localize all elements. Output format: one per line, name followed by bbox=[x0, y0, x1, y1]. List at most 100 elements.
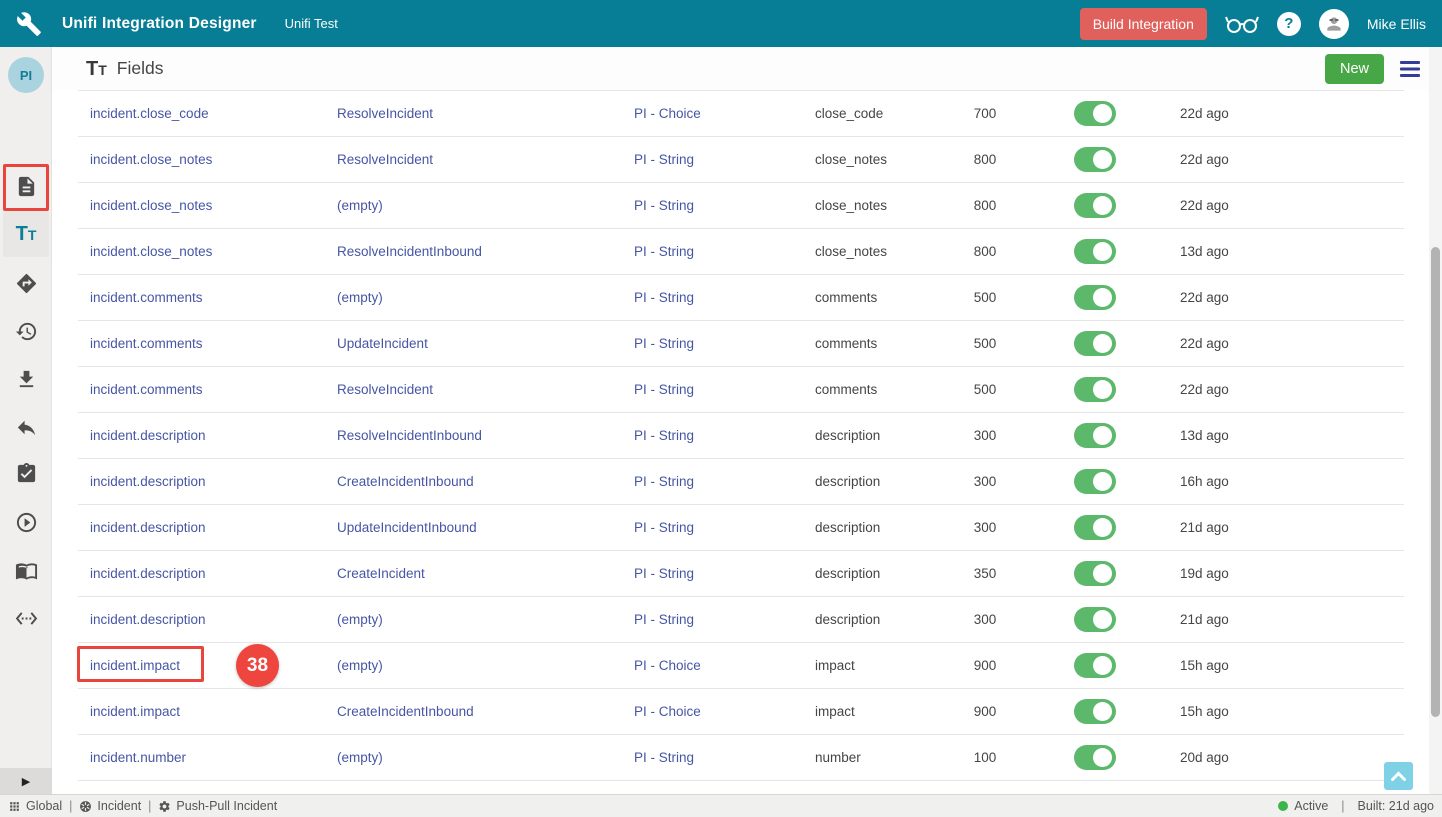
cell-name[interactable]: incident.close_notes bbox=[78, 152, 337, 167]
sidebar-item-docs[interactable] bbox=[3, 547, 49, 593]
cell-type[interactable]: PI - String bbox=[634, 336, 815, 351]
cell-operation[interactable]: (empty) bbox=[337, 612, 634, 627]
cell-type[interactable]: PI - String bbox=[634, 566, 815, 581]
sidebar-item-run[interactable] bbox=[3, 499, 49, 545]
cell-operation[interactable]: UpdateIncidentInbound bbox=[337, 520, 634, 535]
enabled-toggle[interactable] bbox=[1074, 515, 1116, 540]
cell-operation[interactable]: UpdateIncident bbox=[337, 336, 634, 351]
active-status-dot bbox=[1278, 801, 1288, 811]
fields-tt-icon-header: TT bbox=[86, 59, 107, 79]
cell-order: 800 bbox=[960, 152, 1010, 167]
sidebar-item-reply[interactable] bbox=[3, 404, 49, 450]
cell-name[interactable]: incident.description bbox=[78, 474, 337, 489]
cell-enabled bbox=[1010, 377, 1180, 402]
cell-operation[interactable]: (empty) bbox=[337, 658, 634, 673]
sidebar-item-tasks[interactable] bbox=[3, 450, 49, 496]
cell-enabled bbox=[1010, 469, 1180, 494]
user-name[interactable]: Mike Ellis bbox=[1367, 16, 1426, 32]
app-subtitle[interactable]: Unifi Test bbox=[285, 16, 338, 31]
enabled-toggle[interactable] bbox=[1074, 331, 1116, 356]
cell-operation[interactable]: (empty) bbox=[337, 198, 634, 213]
enabled-toggle[interactable] bbox=[1074, 699, 1116, 724]
enabled-toggle[interactable] bbox=[1074, 285, 1116, 310]
cell-operation[interactable]: ResolveIncidentInbound bbox=[337, 428, 634, 443]
status-scope-global[interactable]: Global bbox=[8, 799, 62, 813]
cell-name[interactable]: incident.number bbox=[78, 750, 337, 765]
preview-glasses-icon[interactable] bbox=[1225, 13, 1259, 35]
cell-name[interactable]: incident.close_notes bbox=[78, 198, 337, 213]
cell-column: close_notes bbox=[815, 244, 960, 259]
cell-type[interactable]: PI - String bbox=[634, 152, 815, 167]
status-bar: Global | Incident | Push-Pull Incident A… bbox=[0, 794, 1442, 817]
cell-type[interactable]: PI - String bbox=[634, 612, 815, 627]
cell-enabled bbox=[1010, 147, 1180, 172]
cell-operation[interactable]: (empty) bbox=[337, 750, 634, 765]
cell-operation[interactable]: ResolveIncident bbox=[337, 152, 634, 167]
toggle-knob bbox=[1093, 426, 1112, 445]
cell-operation[interactable]: ResolveIncident bbox=[337, 106, 634, 121]
sidebar-item-code[interactable] bbox=[3, 595, 49, 641]
cell-type[interactable]: PI - String bbox=[634, 428, 815, 443]
cell-type[interactable]: PI - String bbox=[634, 244, 815, 259]
cell-name[interactable]: incident.comments bbox=[78, 290, 337, 305]
cell-type[interactable]: PI - String bbox=[634, 474, 815, 489]
scrollbar-thumb[interactable] bbox=[1431, 247, 1440, 717]
enabled-toggle[interactable] bbox=[1074, 423, 1116, 448]
cell-column: description bbox=[815, 566, 960, 581]
cell-operation[interactable]: CreateIncidentInbound bbox=[337, 704, 634, 719]
sidebar-item-fields[interactable]: TT bbox=[3, 211, 49, 257]
cell-type[interactable]: PI - String bbox=[634, 750, 815, 765]
enabled-toggle[interactable] bbox=[1074, 607, 1116, 632]
cell-name[interactable]: incident.close_notes bbox=[78, 244, 337, 259]
enabled-toggle[interactable] bbox=[1074, 469, 1116, 494]
enabled-toggle[interactable] bbox=[1074, 561, 1116, 586]
cell-type[interactable]: PI - Choice bbox=[634, 658, 815, 673]
cell-name[interactable]: incident.description bbox=[78, 428, 337, 443]
cell-type[interactable]: PI - String bbox=[634, 290, 815, 305]
sidebar-item-mappings[interactable] bbox=[3, 260, 49, 306]
enabled-toggle[interactable] bbox=[1074, 101, 1116, 126]
tasks-icon bbox=[15, 462, 38, 485]
cell-name[interactable]: incident.comments bbox=[78, 382, 337, 397]
menu-icon[interactable] bbox=[1400, 61, 1420, 77]
cell-name[interactable]: incident.description bbox=[78, 520, 337, 535]
pi-avatar[interactable]: PI bbox=[8, 57, 44, 93]
enabled-toggle[interactable] bbox=[1074, 653, 1116, 678]
enabled-toggle[interactable] bbox=[1074, 147, 1116, 172]
cell-operation[interactable]: ResolveIncident bbox=[337, 382, 634, 397]
avatar[interactable] bbox=[1319, 9, 1349, 39]
cell-type[interactable]: PI - String bbox=[634, 520, 815, 535]
scroll-to-top-button[interactable] bbox=[1384, 762, 1413, 790]
cell-operation[interactable]: CreateIncident bbox=[337, 566, 634, 581]
enabled-toggle[interactable] bbox=[1074, 193, 1116, 218]
build-integration-button[interactable]: Build Integration bbox=[1080, 8, 1207, 40]
cell-type[interactable]: PI - Choice bbox=[634, 704, 815, 719]
cell-name[interactable]: incident.description bbox=[78, 566, 337, 581]
cell-updated: 22d ago bbox=[1180, 382, 1404, 397]
cell-operation[interactable]: (empty) bbox=[337, 290, 634, 305]
status-scope-integration[interactable]: Push-Pull Incident bbox=[158, 799, 277, 813]
cell-type[interactable]: PI - Choice bbox=[634, 106, 815, 121]
enabled-toggle[interactable] bbox=[1074, 239, 1116, 264]
cell-enabled bbox=[1010, 423, 1180, 448]
sidebar-expand-button[interactable]: ▶ bbox=[0, 768, 52, 794]
cell-operation[interactable]: CreateIncidentInbound bbox=[337, 474, 634, 489]
docs-icon bbox=[15, 559, 38, 582]
new-button[interactable]: New bbox=[1325, 54, 1384, 84]
enabled-toggle[interactable] bbox=[1074, 745, 1116, 770]
cell-name[interactable]: incident.impact bbox=[78, 704, 337, 719]
sidebar-item-history[interactable] bbox=[3, 308, 49, 354]
sidebar-item-download[interactable] bbox=[3, 356, 49, 402]
cell-type[interactable]: PI - String bbox=[634, 198, 815, 213]
status-scope-incident[interactable]: Incident bbox=[79, 799, 141, 813]
cell-name[interactable]: incident.close_code bbox=[78, 106, 337, 121]
cell-name[interactable]: incident.impact bbox=[78, 658, 337, 673]
cell-name[interactable]: incident.comments bbox=[78, 336, 337, 351]
sidebar-item-documents[interactable] bbox=[3, 163, 49, 209]
enabled-toggle[interactable] bbox=[1074, 377, 1116, 402]
cell-operation[interactable]: ResolveIncidentInbound bbox=[337, 244, 634, 259]
toggle-knob bbox=[1093, 380, 1112, 399]
cell-name[interactable]: incident.description bbox=[78, 612, 337, 627]
help-icon[interactable]: ? bbox=[1277, 12, 1301, 36]
cell-type[interactable]: PI - String bbox=[634, 382, 815, 397]
